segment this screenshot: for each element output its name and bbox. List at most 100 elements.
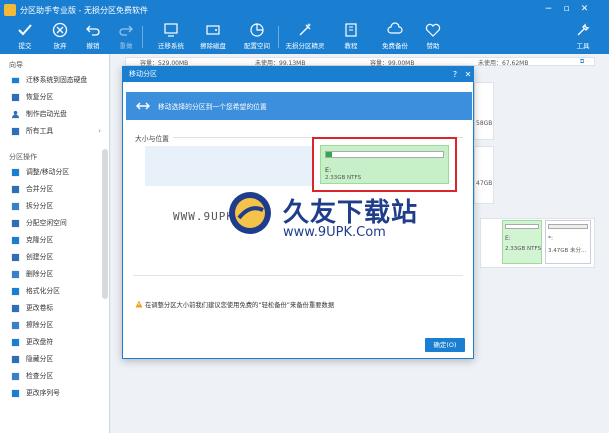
create-icon: [11, 253, 20, 262]
sidebar-op-item[interactable]: 调整/移动分区: [0, 164, 109, 181]
partition-e-bar: [505, 224, 539, 229]
allocate-icon: [11, 219, 20, 228]
window-title: 分区助手专业版 - 无损分区免费软件: [20, 6, 148, 15]
free-backup-button[interactable]: 免费备份: [374, 22, 416, 52]
layout-icon[interactable]: ⧉: [580, 58, 584, 66]
tools-button[interactable]: 工具: [562, 22, 604, 52]
sidebar: 向导 迁移系统到固态硬盘 恢复分区 制作启动光盘 所有工具 › 分区操作 调整/…: [0, 54, 110, 433]
usage-fill: [326, 152, 332, 157]
disk-icon: [11, 77, 20, 84]
disk-card[interactable]: [474, 82, 494, 140]
sidebar-item-label: 更改卷标: [26, 304, 54, 312]
sidebar-op-item[interactable]: 克隆分区: [0, 232, 109, 249]
sidebar-op-item[interactable]: 分配空闲空间: [0, 215, 109, 232]
sidebar-item-label: 所有工具: [26, 127, 54, 135]
book-icon: [345, 23, 357, 37]
redo-icon: [119, 25, 133, 36]
watermark-en: www.9UPK.Com: [283, 225, 386, 240]
watermark-logo-icon: [229, 192, 271, 234]
sidebar-item-label: 调整/移动分区: [26, 168, 70, 176]
tutorial-button[interactable]: 教程: [330, 22, 372, 52]
partition-size: 2.33GB NTFS: [325, 175, 362, 181]
sidebar-item-label: 制作启动光盘: [26, 110, 67, 118]
allocate-space-button[interactable]: 配置空间: [236, 22, 278, 52]
sidebar-item-boot-cd[interactable]: 制作启动光盘: [0, 106, 109, 123]
sidebar-item-label: 恢复分区: [26, 93, 54, 101]
disk-size-text: 58GB: [476, 120, 493, 127]
partition-letter: E:: [325, 166, 332, 174]
unallocated-bar: [548, 224, 588, 229]
tools-icon: [577, 23, 590, 36]
hide-icon: [11, 355, 20, 364]
discard-icon: [52, 22, 68, 38]
migrate-os-button[interactable]: 迁移系统: [150, 22, 192, 52]
sidebar-item-label: 删除分区: [26, 270, 54, 278]
migrate-label: 迁移系统: [158, 42, 184, 50]
warning-text: 在调整分区大小前我们建议您使用免费的“轻松备份”来备份重要数据: [145, 302, 335, 309]
allocate-label: 配置空间: [244, 42, 270, 50]
split-icon: [11, 202, 20, 211]
partition-block[interactable]: E: 2.33GB NTFS: [320, 145, 449, 184]
tools-label: 工具: [576, 42, 590, 50]
sidebar-item-label: 格式化分区: [26, 287, 60, 295]
resize-icon: [11, 168, 20, 177]
check-icon: [18, 24, 32, 36]
wizard-icon: [299, 23, 311, 36]
free-text: 未使用：67.62MB: [478, 60, 529, 67]
close-icon[interactable]: ✕: [578, 3, 591, 16]
disk-size-text: 47GB: [476, 180, 493, 187]
dialog-title-bar: 移动分区 ? ✕: [123, 67, 473, 82]
sidebar-item-label: 迁移系统到固态硬盘: [26, 76, 88, 84]
sidebar-op-item[interactable]: 擦除分区: [0, 317, 109, 334]
partition-letter: E:: [505, 235, 511, 242]
sidebar-item-label: 创建分区: [26, 253, 54, 261]
toolbar: 提交 放弃 撤销 重做 迁移系统 擦除磁盘 配置空间 无损分区精灵 教程 免费备…: [0, 20, 609, 54]
recover-icon: [11, 93, 20, 102]
section-label: 大小与位置: [135, 135, 169, 143]
sidebar-op-item[interactable]: 拆分分区: [0, 198, 109, 215]
label-icon: [11, 304, 20, 313]
sidebar-group-wizard: 向导: [9, 61, 23, 69]
wipe-label: 擦除磁盘: [200, 42, 226, 50]
sidebar-op-item[interactable]: 创建分区: [0, 249, 109, 266]
sidebar-item-migrate-ssd[interactable]: 迁移系统到固态硬盘: [0, 72, 109, 89]
minimize-icon[interactable]: −: [542, 3, 555, 16]
migrate-icon: [164, 23, 178, 37]
title-bar: 分区助手专业版 - 无损分区免费软件 − ▫ ✕: [0, 0, 609, 20]
disk-card[interactable]: [474, 146, 494, 204]
restore-icon[interactable]: ▫: [560, 3, 573, 16]
close-icon[interactable]: ✕: [462, 67, 474, 82]
sidebar-op-item[interactable]: 隐藏分区: [0, 351, 109, 368]
sidebar-op-item[interactable]: 合并分区: [0, 181, 109, 198]
tools-icon: [11, 127, 20, 136]
sidebar-op-item[interactable]: 删除分区: [0, 266, 109, 283]
ok-button[interactable]: 确定(O): [425, 338, 465, 352]
sidebar-item-recover-partition[interactable]: 恢复分区: [0, 89, 109, 106]
partition-size: 3.47GB 未分...: [548, 248, 587, 254]
sidebar-op-item[interactable]: 格式化分区: [0, 283, 109, 300]
sidebar-item-all-tools[interactable]: 所有工具 ›: [0, 123, 109, 140]
help-icon[interactable]: ?: [449, 67, 461, 82]
wipe-disk-button[interactable]: 擦除磁盘: [192, 22, 234, 52]
sidebar-group-partition-ops: 分区操作: [9, 153, 37, 161]
watermark: WWW.9UPK.COM 久友下载站 www.9UPK.Com: [165, 190, 435, 250]
sidebar-item-label: 隐藏分区: [26, 355, 54, 363]
clone-icon: [11, 236, 20, 245]
backup-label: 免费备份: [382, 42, 408, 50]
sidebar-item-label: 克隆分区: [26, 236, 54, 244]
sidebar-op-item[interactable]: 更改盘符: [0, 334, 109, 351]
wipe-icon: [206, 25, 220, 35]
delete-icon: [11, 270, 20, 279]
dialog-title: 移动分区: [129, 70, 157, 78]
redo-button[interactable]: 重做: [105, 22, 147, 52]
sidebar-scrollbar[interactable]: [102, 149, 108, 299]
sidebar-op-item[interactable]: 更改卷标: [0, 300, 109, 317]
sidebar-item-label: 拆分分区: [26, 202, 54, 210]
partition-wizard-button[interactable]: 无损分区精灵: [284, 22, 326, 52]
sidebar-op-item[interactable]: 检查分区: [0, 368, 109, 385]
dialog-divider: [133, 275, 463, 276]
sidebar-op-item[interactable]: 更改序列号: [0, 385, 109, 402]
partition-size: 2.33GB NTFS: [505, 246, 542, 252]
sponsor-button[interactable]: 赞助: [412, 22, 454, 52]
sidebar-item-label: 更改序列号: [26, 389, 60, 397]
